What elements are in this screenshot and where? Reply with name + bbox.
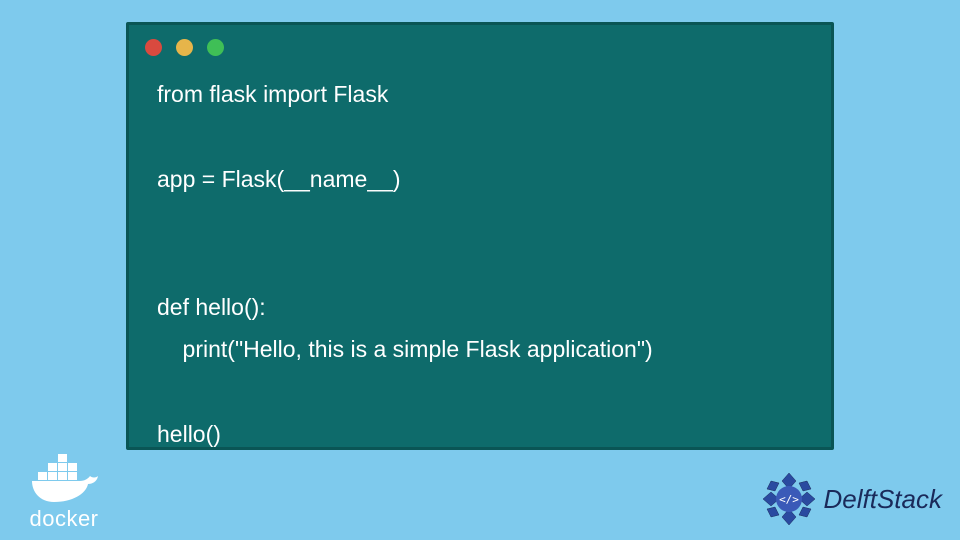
close-icon — [145, 39, 162, 56]
docker-logo: docker — [14, 454, 114, 532]
minimize-icon — [176, 39, 193, 56]
window-controls — [145, 39, 224, 56]
code-window: from flask import Flask app = Flask(__na… — [126, 22, 834, 450]
delftstack-label: DelftStack — [824, 484, 943, 515]
code-content: from flask import Flask app = Flask(__na… — [157, 73, 811, 456]
svg-text:</>: </> — [779, 493, 799, 506]
docker-whale-icon — [28, 454, 100, 504]
delftstack-emblem-icon: </> — [760, 470, 818, 528]
docker-label: docker — [14, 506, 114, 532]
delft-suffix: Stack — [877, 484, 942, 514]
delft-prefix: Delft — [824, 484, 877, 514]
maximize-icon — [207, 39, 224, 56]
delftstack-logo: </> DelftStack — [760, 470, 943, 528]
